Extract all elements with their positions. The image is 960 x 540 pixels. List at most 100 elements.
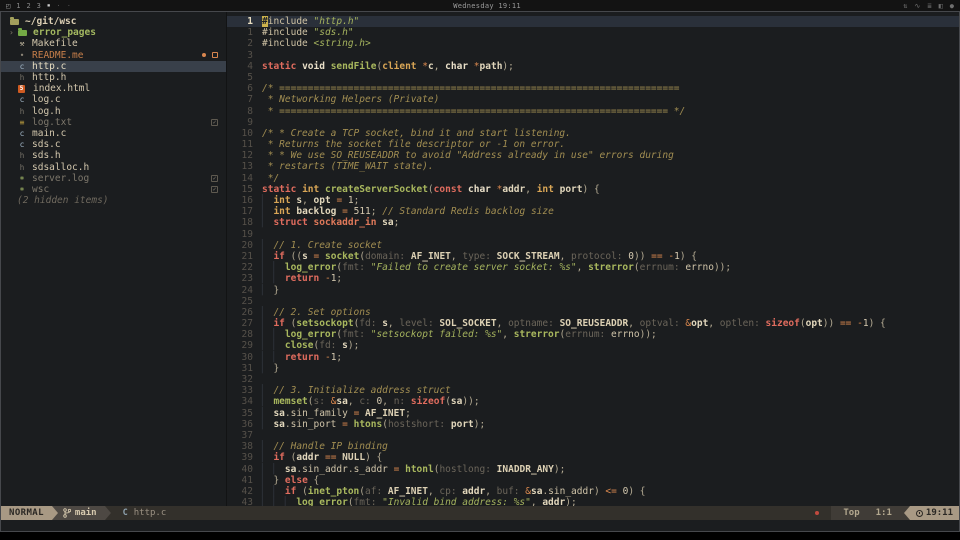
code-line-16[interactable]: 15 static int createServerSocket(const ch… bbox=[227, 184, 959, 195]
line-number: 37 bbox=[241, 429, 253, 441]
tree-item-label: README.me bbox=[32, 49, 84, 61]
code-line-6[interactable]: 5 bbox=[227, 72, 959, 83]
line-number: 29 bbox=[241, 340, 253, 352]
code-line-33[interactable]: 32 bbox=[227, 374, 959, 385]
code-line-3[interactable]: 2 #include <string.h> bbox=[227, 38, 959, 49]
tree-item-sds-c[interactable]: c sds.c bbox=[1, 139, 226, 150]
code-line-24[interactable]: 23 ▏ ▏ return -1; bbox=[227, 273, 959, 284]
tree-item-makefile[interactable]: ⚒ Makefile bbox=[1, 38, 226, 49]
workspace-tag-3[interactable]: 3 bbox=[37, 2, 41, 10]
code-line-26[interactable]: 25 bbox=[227, 296, 959, 307]
tree-item-2-hidden-items[interactable]: (2 hidden items) bbox=[1, 195, 226, 206]
code-line-32[interactable]: 31 ▏ } bbox=[227, 363, 959, 374]
code-line-15[interactable]: 14 */ bbox=[227, 173, 959, 184]
code-line-11[interactable]: 10 /* * Create a TCP socket, bind it and … bbox=[227, 128, 959, 139]
code-line-text: * restarts (TIME_WAIT state). bbox=[262, 161, 434, 173]
line-number: 28 bbox=[241, 329, 253, 341]
code-line-20[interactable]: 19 bbox=[227, 229, 959, 240]
editor-buffer[interactable]: 1 #include "http.h" 1 #include "sds.h" 2 #inc… bbox=[227, 12, 959, 506]
tree-item-log-txt[interactable]: ≡ log.txt ✓ bbox=[1, 117, 226, 128]
tree-item-wsc[interactable]: ✱ wsc ✓ bbox=[1, 184, 226, 195]
code-line-38[interactable]: 37 bbox=[227, 430, 959, 441]
code-line-9[interactable]: 8 * ====================================… bbox=[227, 106, 959, 117]
line-number: 24 bbox=[241, 284, 253, 296]
code-line-1[interactable]: 1 #include "http.h" bbox=[227, 16, 959, 28]
filename-segment[interactable]: C http.c bbox=[111, 506, 179, 520]
code-line-14[interactable]: 13 * restarts (TIME_WAIT state). bbox=[227, 161, 959, 172]
code-line-43[interactable]: 42 ▏ ▏ if (inet_pton(af: AF_INET, cp: add… bbox=[227, 486, 959, 497]
code-line-29[interactable]: 28 ▏ ▏ log_error(fmt: "setsockopt failed:… bbox=[227, 329, 959, 340]
code-line-42[interactable]: 41 ▏ } else { bbox=[227, 475, 959, 486]
c-file-icon: c bbox=[19, 95, 25, 105]
code-line-27[interactable]: 26 ▏ // 2. Set options bbox=[227, 307, 959, 318]
tree-item-log-c[interactable]: c log.c bbox=[1, 94, 226, 105]
code-line-7[interactable]: 6 /* ====================================… bbox=[227, 83, 959, 94]
workspace-tag-1[interactable]: 1 bbox=[16, 2, 20, 10]
code-line-41[interactable]: 40 ▏ ▏ sa.sin_addr.s_addr = htonl(hostlon… bbox=[227, 464, 959, 475]
code-line-18[interactable]: 17 ▏ int backlog = 511; // Standard Redis… bbox=[227, 206, 959, 217]
code-line-28[interactable]: 27 ▏ if (setsockopt(fd: s, level: SOL_SOC… bbox=[227, 318, 959, 329]
tree-item-label: http.h bbox=[32, 72, 67, 84]
tray-icon-5[interactable]: ● bbox=[950, 2, 954, 10]
tree-item-label: index.html bbox=[33, 83, 91, 95]
workspace-tags: ◰ 1 2 3 ▪ · · bbox=[6, 2, 71, 10]
code-line-40[interactable]: 39 ▏ if (addr == NULL) { bbox=[227, 452, 959, 463]
tree-item-log-h[interactable]: h log.h bbox=[1, 106, 226, 117]
tray-icon-1[interactable]: ⇅ bbox=[903, 2, 907, 10]
filetype-icon: C bbox=[122, 508, 128, 518]
code-line-34[interactable]: 33 ▏ // 3. Initialize address struct bbox=[227, 385, 959, 396]
git-branch-segment[interactable]: main bbox=[57, 506, 105, 520]
code-line-31[interactable]: 30 ▏ ▏ return -1; bbox=[227, 352, 959, 363]
code-line-text: * ======================================… bbox=[262, 105, 686, 117]
tray-icon-3[interactable]: ≣ bbox=[927, 2, 931, 10]
tree-item-error-pages[interactable]: › error_pages bbox=[1, 27, 226, 38]
code-line-5[interactable]: 4 static void sendFile(client *c, char *p… bbox=[227, 61, 959, 72]
command-line[interactable] bbox=[1, 520, 959, 531]
line-number: 7 bbox=[247, 94, 253, 106]
code-line-39[interactable]: 38 ▏ // Handle IP binding bbox=[227, 441, 959, 452]
tree-item-sdsalloc-h[interactable]: h sdsalloc.h bbox=[1, 161, 226, 173]
tree-item-label: error_pages bbox=[33, 27, 96, 39]
code-line-10[interactable]: 9 bbox=[227, 117, 959, 128]
code-line-8[interactable]: 7 * Networking Helpers (Private) bbox=[227, 94, 959, 105]
code-line-44[interactable]: 43 ▏ ▏ ▏ log_error(fmt: "Invalid bind add… bbox=[227, 497, 959, 506]
code-line-30[interactable]: 29 ▏ ▏ close(fd: s); bbox=[227, 340, 959, 351]
tree-item-label: ~/git/wsc bbox=[25, 16, 77, 28]
code-line-21[interactable]: 20 ▏ // 1. Create socket bbox=[227, 240, 959, 251]
line-number: 2 bbox=[247, 38, 253, 50]
line-number: 39 bbox=[241, 452, 253, 464]
tree-item-main-c[interactable]: c main.c bbox=[1, 128, 226, 139]
code-line-36[interactable]: 35 ▏ sa.sin_family = AF_INET; bbox=[227, 408, 959, 419]
tree-item-git-wsc[interactable]: ~/git/wsc bbox=[1, 16, 226, 27]
code-line-35[interactable]: 34 ▏ memset(s: &sa, c: 0, n: sizeof(sa)); bbox=[227, 396, 959, 407]
tree-item-sds-h[interactable]: h sds.h bbox=[1, 150, 226, 161]
line-number: 41 bbox=[241, 474, 253, 486]
code-line-text: ▏ int s, opt = 1; bbox=[262, 195, 360, 206]
code-line-22[interactable]: 21 ▏ if ((s = socket(domain: AF_INET, typ… bbox=[227, 251, 959, 262]
tree-item-http-c[interactable]: c http.c bbox=[1, 60, 226, 72]
tree-item-label: wsc bbox=[32, 183, 50, 195]
mode-indicator: NORMAL bbox=[1, 506, 52, 520]
workspace-tag-2[interactable]: 2 bbox=[26, 2, 30, 10]
workspace-mark-2[interactable]: · bbox=[57, 2, 61, 10]
code-line-text: ▏ if ((s = socket(domain: AF_INET, type:… bbox=[262, 250, 697, 262]
tray-icon-4[interactable]: ◧ bbox=[939, 2, 943, 10]
code-line-2[interactable]: 1 #include "sds.h" bbox=[227, 27, 959, 38]
workspace-mark-1[interactable]: ▪ bbox=[47, 2, 51, 9]
tree-item-index-html[interactable]: 5 index.html bbox=[1, 83, 226, 94]
tree-item-server-log[interactable]: ✱ server.log ✓ bbox=[1, 173, 226, 184]
tree-item-http-h[interactable]: h http.h bbox=[1, 72, 226, 83]
code-line-4[interactable]: 3 bbox=[227, 50, 959, 61]
c-file-icon: c bbox=[19, 128, 25, 138]
line-number: 11 bbox=[241, 139, 253, 151]
line-number: 6 bbox=[247, 83, 253, 95]
code-line-25[interactable]: 24 ▏ } bbox=[227, 285, 959, 296]
code-line-23[interactable]: 22 ▏ ▏ log_error(fmt: "Failed to create s… bbox=[227, 262, 959, 273]
code-line-17[interactable]: 16 ▏ int s, opt = 1; bbox=[227, 195, 959, 206]
code-line-13[interactable]: 12 * * We use SO_REUSEADDR to avoid "Add… bbox=[227, 150, 959, 161]
tray-icon-2[interactable]: ∿ bbox=[914, 2, 920, 10]
code-line-12[interactable]: 11 * Returns the socket file descriptor … bbox=[227, 139, 959, 150]
code-line-37[interactable]: 36 ▏ sa.sin_port = htons(hostshort: port)… bbox=[227, 419, 959, 430]
code-line-19[interactable]: 18 ▏ struct sockaddr_in sa; bbox=[227, 217, 959, 228]
tree-item-readme-me[interactable]: • README.me bbox=[1, 50, 226, 61]
